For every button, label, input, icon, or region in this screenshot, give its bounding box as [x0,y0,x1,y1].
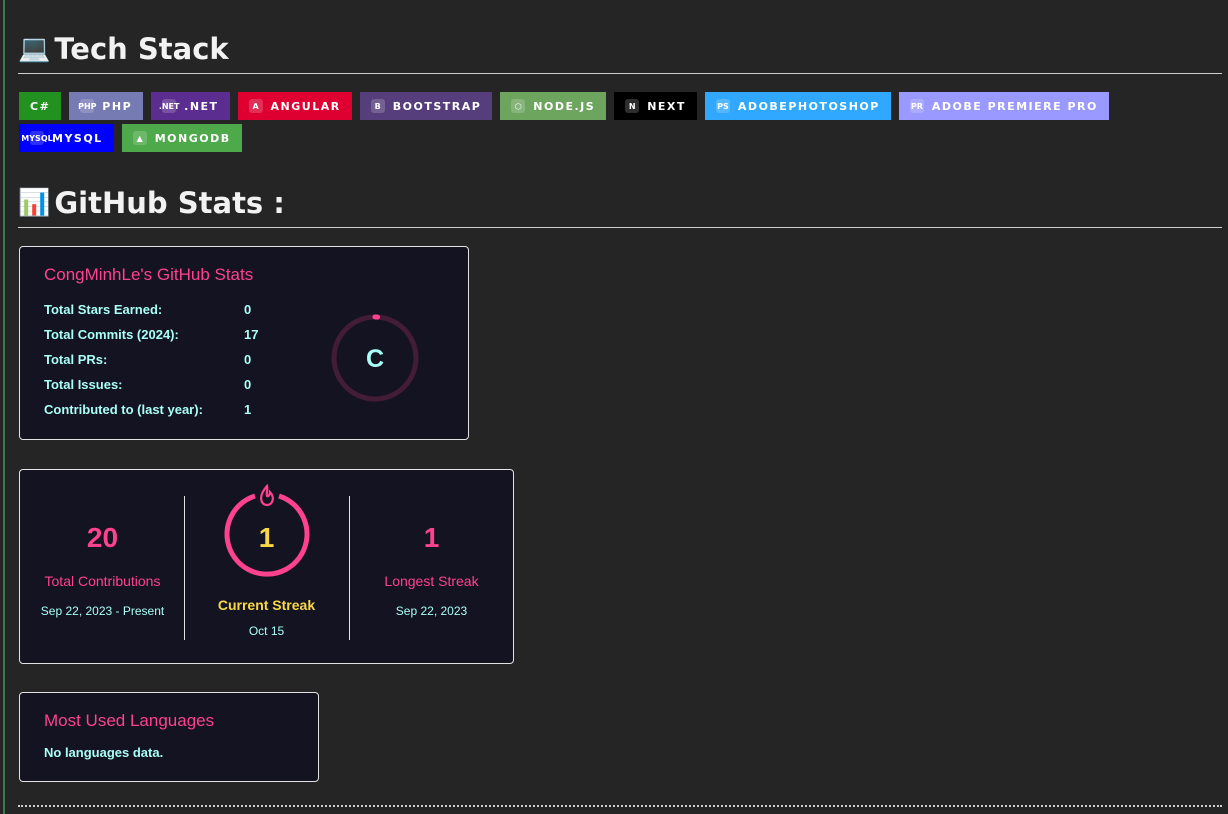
badge-logo-icon: A [248,99,263,113]
badge-next[interactable]: N NEXT [614,92,697,120]
stat-row-stars: Total Stars Earned: 0 [44,302,284,322]
longest-streak-column: 1 Longest Streak Sep 22, 2023 [349,470,514,665]
badge-angular[interactable]: A ANGULAR [237,92,352,120]
current-streak-label: Current Streak [217,597,316,613]
tech-stack-heading: 💻 Tech Stack [18,24,1222,74]
badge-logo-icon: ▲ [132,131,147,145]
languages-card[interactable]: Most Used Languages No languages data. [19,692,319,782]
badge-label: ADOBE PREMIERE PRO [931,99,1098,113]
laptop-icon: 💻 [18,33,51,64]
badge-label: NODE.JS [533,99,596,113]
badge-label: MONGODB [154,131,231,145]
longest-streak-range: Sep 22, 2023 [395,604,468,618]
badge-label: PHP [102,99,133,113]
current-streak-column: 1 Current Streak Oct 15 [184,470,349,665]
badge-label: ANGULAR [270,99,341,113]
total-contributions-label: Total Contributions [44,573,161,589]
stat-value: 0 [244,352,252,367]
github-stats-title: GitHub Stats : [54,185,285,220]
stat-label: Total Commits (2024): [44,327,179,342]
badge-logo-icon: php [78,99,97,113]
tech-stack-title: Tech Stack [54,31,229,66]
total-contributions-range: Sep 22, 2023 - Present [40,604,165,618]
badge-label: .NET [184,99,219,113]
badge-adobe-premiere-pro[interactable]: Pr ADOBE PREMIERE PRO [898,92,1109,120]
stat-value: 1 [244,402,252,417]
longest-streak-label: Longest Streak [384,573,479,589]
left-border [3,0,5,814]
badge-label: NEXT [647,99,686,113]
stat-row-contributed: Contributed to (last year): 1 [44,402,284,422]
badge-logo-icon: Ps [715,99,730,113]
rank-ring: C [331,314,419,402]
tech-badges: C# php PHP .NET .NET A ANGULAR B BOOTSTRAP ⬡ NODE.… [19,92,1179,152]
stat-value: 17 [244,327,259,342]
badge-adobephotoshop[interactable]: Ps ADOBEPHOTOSHOP [704,92,891,120]
stat-label: Total Stars Earned: [44,302,163,317]
badge-logo-icon: .NET [159,99,179,113]
github-stats-card[interactable]: CongMinhLe's GitHub Stats Total Stars Ea… [19,246,469,440]
stat-label: Total Issues: [44,377,123,392]
stat-value: 0 [244,377,252,392]
longest-streak-value: 1 [423,522,440,553]
fire-icon [259,484,274,507]
stat-row-prs: Total PRs: 0 [44,352,284,372]
current-streak-value: 1 [258,522,275,553]
stat-label: Total PRs: [44,352,108,367]
stat-row-commits: Total Commits (2024): 17 [44,327,284,347]
badge-label: C# [30,99,51,113]
rank-letter: C [366,345,384,373]
stats-card-title: CongMinhLe's GitHub Stats [44,265,254,284]
badge-logo-icon: MySQL [21,131,53,145]
github-stats-heading: 📊 GitHub Stats : [18,178,1222,228]
section-divider [18,805,1222,807]
badge-logo-icon: N [625,99,640,113]
stat-row-issues: Total Issues: 0 [44,377,284,397]
badge-mysql[interactable]: MySQL MYSQL [19,124,114,152]
badge-net[interactable]: .NET .NET [151,92,230,120]
total-contributions-column: 20 Total Contributions Sep 22, 2023 - Pr… [20,470,185,665]
badge-logo-icon: B [370,99,385,113]
badge-label: ADOBEPHOTOSHOP [737,99,880,113]
badge-label: MYSQL [52,131,103,145]
languages-empty-message: No languages data. [44,745,164,760]
stat-label: Contributed to (last year): [44,402,203,417]
badge-c[interactable]: C# [19,92,62,120]
badge-bootstrap[interactable]: B BOOTSTRAP [359,92,493,120]
bar-chart-icon: 📊 [18,187,51,218]
streak-card[interactable]: 20 Total Contributions Sep 22, 2023 - Pr… [19,469,514,664]
stat-value: 0 [244,302,252,317]
badge-label: BOOTSTRAP [392,99,482,113]
badge-node-js[interactable]: ⬡ NODE.JS [500,92,607,120]
badge-mongodb[interactable]: ▲ MONGODB [121,124,242,152]
languages-card-title: Most Used Languages [44,711,215,730]
badge-logo-icon: ⬡ [511,99,526,113]
current-streak-range: Oct 15 [248,624,285,638]
badge-php[interactable]: php PHP [69,92,144,120]
badge-logo-icon: Pr [909,99,924,113]
total-contributions-value: 20 [86,522,119,553]
